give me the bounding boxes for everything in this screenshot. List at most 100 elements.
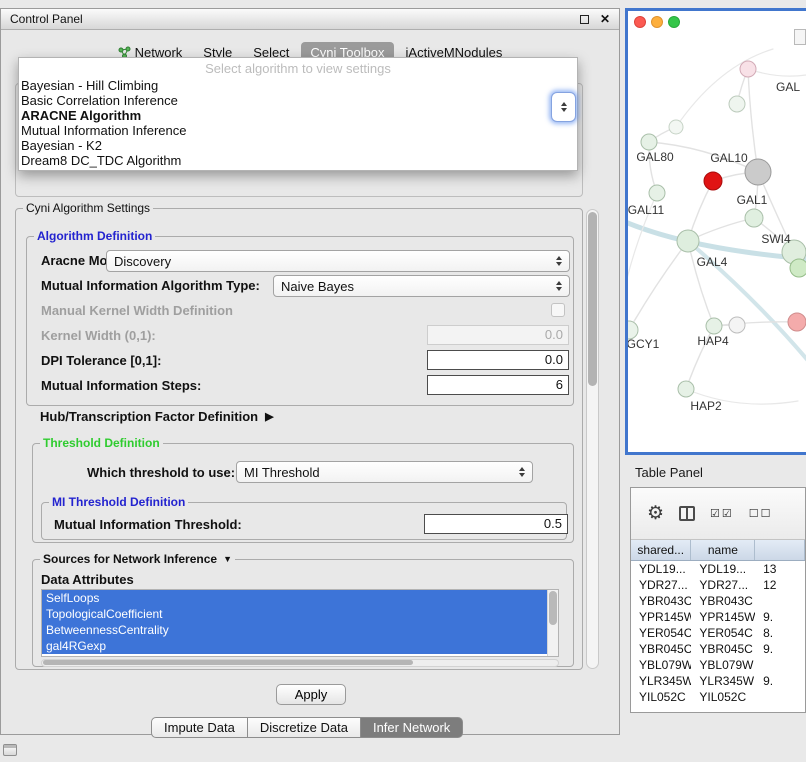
table-row[interactable]: YER054CYER054C8. bbox=[631, 625, 805, 641]
network-node[interactable] bbox=[649, 185, 665, 201]
list-item[interactable]: BetweennessCentrality bbox=[42, 622, 548, 638]
list-item[interactable]: SelfLoops bbox=[42, 590, 548, 606]
deselect-all-icon[interactable]: ☐☐ bbox=[749, 507, 773, 520]
mi-steps-input[interactable]: 6 bbox=[427, 375, 569, 395]
column-header[interactable]: shared... bbox=[631, 540, 691, 560]
network-node-label: HAP2 bbox=[690, 399, 722, 413]
minimize-traffic-icon[interactable] bbox=[651, 16, 663, 28]
group-legend: Cyni Algorithm Settings bbox=[23, 201, 153, 216]
scrollbar-thumb[interactable] bbox=[43, 660, 413, 665]
zoom-traffic-icon[interactable] bbox=[668, 16, 680, 28]
sources-legend-label: Sources for Network Inference bbox=[43, 552, 217, 567]
tab-infer-network[interactable]: Infer Network bbox=[360, 717, 463, 738]
kernel-width-input[interactable]: 0.0 bbox=[427, 325, 569, 345]
close-icon[interactable]: ✕ bbox=[600, 13, 610, 25]
network-node[interactable] bbox=[706, 318, 722, 334]
network-node[interactable] bbox=[788, 313, 806, 331]
cell: YBL079W bbox=[631, 658, 691, 672]
dpi-tolerance-input[interactable]: 0.0 bbox=[427, 350, 569, 370]
network-canvas[interactable]: GALGAL80GAL10GAL11GAL1SWI4GAL4GCY1HAP4HA… bbox=[628, 11, 806, 452]
network-node[interactable] bbox=[669, 120, 683, 134]
close-traffic-icon[interactable] bbox=[634, 16, 646, 28]
settings-vertical-scrollbar[interactable] bbox=[586, 209, 599, 669]
dropdown-item-selected[interactable]: ARACNE Algorithm bbox=[19, 108, 577, 123]
table-row[interactable]: YBL079WYBL079W bbox=[631, 657, 805, 673]
cell: YLR345W bbox=[631, 674, 691, 688]
network-node[interactable] bbox=[729, 317, 745, 333]
network-node[interactable] bbox=[745, 209, 763, 227]
network-view-window[interactable]: GALGAL80GAL10GAL11GAL1SWI4GAL4GCY1HAP4HA… bbox=[625, 8, 806, 455]
scrollbar-thumb[interactable] bbox=[588, 212, 597, 386]
network-node[interactable] bbox=[641, 134, 657, 150]
tab-impute-data[interactable]: Impute Data bbox=[151, 717, 248, 738]
table-panel-title: Table Panel bbox=[635, 465, 703, 480]
columns-icon[interactable] bbox=[679, 506, 695, 521]
cell: YDR27... bbox=[631, 578, 691, 592]
network-scroll-corner[interactable] bbox=[794, 29, 806, 45]
manual-kernel-checkbox[interactable] bbox=[551, 303, 565, 317]
cell: YIL052C bbox=[631, 690, 691, 704]
float-window-icon[interactable] bbox=[580, 15, 589, 24]
combo-arrows-icon bbox=[561, 99, 567, 115]
scrollbar-thumb[interactable] bbox=[549, 591, 557, 625]
control-panel-titlebar[interactable]: Control Panel ✕ bbox=[1, 9, 619, 30]
column-header[interactable]: name bbox=[691, 540, 755, 560]
network-node-label: GAL bbox=[776, 80, 800, 94]
table-row[interactable]: YIL052CYIL052C bbox=[631, 689, 805, 705]
network-node-label: GAL1 bbox=[737, 193, 768, 207]
cell: YLR345W bbox=[691, 674, 755, 688]
hub-definition-toggle[interactable]: Hub/Transcription Factor Definition ▶ bbox=[40, 409, 274, 424]
mi-type-select[interactable]: Naive Bayes bbox=[273, 275, 570, 297]
network-node[interactable] bbox=[729, 96, 745, 112]
mi-type-label: Mutual Information Algorithm Type: bbox=[41, 278, 260, 294]
window-title: Control Panel bbox=[10, 12, 83, 26]
attributes-list[interactable]: SelfLoops TopologicalCoefficient Between… bbox=[41, 589, 559, 657]
mi-threshold-input[interactable]: 0.5 bbox=[424, 514, 568, 534]
table-row[interactable]: YDL19...YDL19...13 bbox=[631, 561, 805, 577]
dropdown-item[interactable]: Bayesian - Hill Climbing bbox=[19, 78, 577, 93]
list-item[interactable]: TopologicalCoefficient bbox=[42, 606, 548, 622]
dropdown-item[interactable]: Bayesian - K2 bbox=[19, 138, 577, 153]
table-row[interactable]: YDR27...YDR27...12 bbox=[631, 577, 805, 593]
tab-discretize-data[interactable]: Discretize Data bbox=[247, 717, 361, 738]
which-threshold-select[interactable]: MI Threshold bbox=[236, 461, 533, 483]
list-item[interactable]: gal4RGexp bbox=[42, 638, 548, 654]
aracne-mode-select[interactable]: Discovery bbox=[106, 250, 570, 272]
network-edge bbox=[676, 49, 773, 127]
network-node[interactable] bbox=[704, 172, 722, 190]
which-threshold-label: Which threshold to use: bbox=[87, 465, 235, 481]
selected-value: Discovery bbox=[114, 254, 556, 269]
data-attributes-label: Data Attributes bbox=[41, 572, 134, 588]
table-row[interactable]: YBR045CYBR045C9. bbox=[631, 641, 805, 657]
table-row[interactable]: YLR345WYLR345W9. bbox=[631, 673, 805, 689]
sources-toggle[interactable]: Sources for Network Inference ▼ bbox=[40, 552, 235, 567]
list-vertical-scrollbar[interactable] bbox=[547, 590, 558, 656]
network-node[interactable] bbox=[678, 381, 694, 397]
mi-steps-label: Mutual Information Steps: bbox=[41, 378, 201, 394]
network-node-label: SWI4 bbox=[761, 232, 791, 246]
column-header[interactable] bbox=[755, 540, 805, 560]
cell: 9. bbox=[755, 674, 805, 688]
select-all-icon[interactable]: ☑☑ bbox=[710, 507, 734, 520]
network-node[interactable] bbox=[740, 61, 756, 77]
chevron-right-icon: ▶ bbox=[265, 410, 273, 423]
network-node[interactable] bbox=[790, 259, 806, 277]
mi-threshold-definition-group: MI Threshold Definition Mutual Informati… bbox=[41, 502, 567, 540]
dropdown-item[interactable]: Dream8 DC_TDC Algorithm bbox=[19, 153, 577, 168]
network-node-label: GCY1 bbox=[628, 337, 660, 351]
network-node[interactable] bbox=[677, 230, 699, 252]
dropdown-item[interactable]: Mutual Information Inference bbox=[19, 123, 577, 138]
minimized-panel-icon[interactable] bbox=[3, 744, 17, 756]
cell: 9. bbox=[755, 642, 805, 656]
cyni-algorithm-settings-group: Cyni Algorithm Settings Algorithm Defini… bbox=[15, 208, 583, 670]
algorithm-combo-button[interactable] bbox=[551, 92, 576, 122]
gear-icon[interactable]: ⚙ bbox=[647, 504, 664, 523]
table-row[interactable]: YBR043CYBR043C bbox=[631, 593, 805, 609]
apply-button[interactable]: Apply bbox=[276, 684, 346, 705]
network-edge bbox=[629, 241, 688, 330]
dropdown-item[interactable]: Basic Correlation Inference bbox=[19, 93, 577, 108]
list-horizontal-scrollbar[interactable] bbox=[41, 659, 559, 667]
dropdown-placeholder: Select algorithm to view settings bbox=[19, 60, 577, 78]
network-node[interactable] bbox=[745, 159, 771, 185]
table-row[interactable]: YPR145WYPR145W9. bbox=[631, 609, 805, 625]
